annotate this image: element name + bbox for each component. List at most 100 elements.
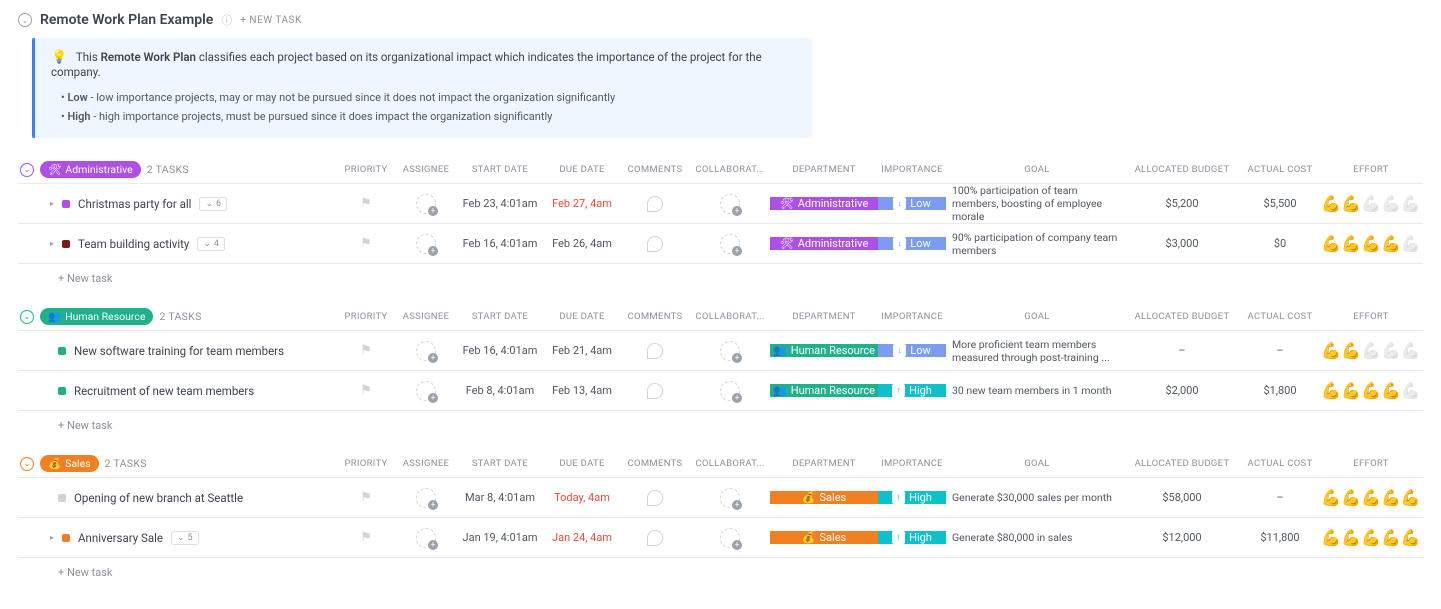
comment-icon[interactable] bbox=[647, 490, 663, 506]
flag-icon[interactable]: ⚑ bbox=[360, 490, 372, 505]
col-start-date[interactable]: START DATE bbox=[456, 458, 544, 469]
assignee-add-icon[interactable] bbox=[416, 381, 436, 401]
group-collapse-icon[interactable]: ⌄ bbox=[20, 310, 34, 324]
flag-icon[interactable]: ⚑ bbox=[360, 530, 372, 545]
task-name[interactable]: Anniversary Sale bbox=[78, 531, 163, 545]
col-effort[interactable]: EFFORT bbox=[1324, 311, 1418, 322]
group-collapse-icon[interactable]: ⌄ bbox=[20, 163, 34, 177]
due-date-value[interactable]: Feb 21, 4am bbox=[544, 344, 620, 357]
new-task-button[interactable]: + New task bbox=[18, 264, 1423, 293]
status-square[interactable] bbox=[62, 240, 70, 248]
group-badge[interactable]: 🛠Administrative bbox=[40, 161, 141, 178]
col-goal[interactable]: GOAL bbox=[946, 311, 1128, 322]
subtask-count[interactable]: ⌄4 bbox=[197, 237, 225, 251]
task-row[interactable]: ▸ Christmas party for all ⌄6 ⚑ Feb 23, 4… bbox=[18, 184, 1423, 224]
goal-value[interactable]: 100% participation of team members, boos… bbox=[946, 184, 1128, 223]
start-date-value[interactable]: Feb 16, 4:01am bbox=[456, 344, 544, 357]
task-name[interactable]: Christmas party for all bbox=[78, 197, 191, 211]
due-date-value[interactable]: Today, 4am bbox=[544, 491, 620, 504]
assignee-add-icon[interactable] bbox=[416, 488, 436, 508]
col-due-date[interactable]: DUE DATE bbox=[544, 311, 620, 322]
importance-pill[interactable]: ↑High bbox=[878, 491, 946, 504]
importance-pill[interactable]: ↓Low bbox=[878, 344, 946, 357]
department-pill[interactable]: 🛠Administrative bbox=[770, 237, 878, 250]
effort-value[interactable]: 💪💪💪💪💪 bbox=[1324, 488, 1418, 507]
department-pill[interactable]: 🛠Administrative bbox=[770, 197, 878, 210]
status-square[interactable] bbox=[58, 347, 66, 355]
start-date-value[interactable]: Feb 23, 4:01am bbox=[456, 197, 544, 210]
budget-value[interactable]: $3,000 bbox=[1128, 237, 1236, 250]
collapse-all-icon[interactable]: ⌄ bbox=[18, 13, 32, 27]
flag-icon[interactable]: ⚑ bbox=[360, 383, 372, 398]
status-square[interactable] bbox=[62, 534, 70, 542]
department-pill[interactable]: 💰Sales bbox=[770, 531, 878, 544]
col-collaborators[interactable]: COLLABORAT... bbox=[690, 458, 770, 469]
due-date-value[interactable]: Feb 13, 4am bbox=[544, 384, 620, 397]
col-assignee[interactable]: ASSIGNEE bbox=[396, 164, 456, 175]
col-priority[interactable]: PRIORITY bbox=[336, 164, 396, 175]
due-date-value[interactable]: Jan 24, 4am bbox=[544, 531, 620, 544]
col-start-date[interactable]: START DATE bbox=[456, 311, 544, 322]
col-importance[interactable]: IMPORTANCE bbox=[878, 311, 946, 322]
col-effort[interactable]: EFFORT bbox=[1324, 458, 1418, 469]
col-priority[interactable]: PRIORITY bbox=[336, 458, 396, 469]
collaborator-add-icon[interactable] bbox=[720, 381, 740, 401]
effort-value[interactable]: 💪💪💪💪💪 bbox=[1324, 234, 1418, 253]
assignee-add-icon[interactable] bbox=[416, 234, 436, 254]
goal-value[interactable]: 90% participation of company team member… bbox=[946, 231, 1128, 257]
budget-value[interactable]: $58,000 bbox=[1128, 491, 1236, 504]
status-square[interactable] bbox=[62, 200, 70, 208]
col-assignee[interactable]: ASSIGNEE bbox=[396, 311, 456, 322]
start-date-value[interactable]: Feb 8, 4:01am bbox=[456, 384, 544, 397]
col-collaborators[interactable]: COLLABORAT... bbox=[690, 164, 770, 175]
col-assignee[interactable]: ASSIGNEE bbox=[396, 458, 456, 469]
department-pill[interactable]: 👥Human Resource bbox=[770, 344, 878, 357]
cost-value[interactable]: $0 bbox=[1236, 237, 1324, 250]
task-name[interactable]: New software training for team members bbox=[74, 344, 284, 358]
col-importance[interactable]: IMPORTANCE bbox=[878, 458, 946, 469]
col-department[interactable]: DEPARTMENT bbox=[770, 311, 878, 322]
comment-icon[interactable] bbox=[647, 530, 663, 546]
start-date-value[interactable]: Mar 8, 4:01am bbox=[456, 491, 544, 504]
flag-icon[interactable]: ⚑ bbox=[360, 196, 372, 211]
department-pill[interactable]: 👥Human Resource bbox=[770, 384, 878, 397]
col-budget[interactable]: ALLOCATED BUDGET bbox=[1128, 458, 1236, 469]
assignee-add-icon[interactable] bbox=[416, 341, 436, 361]
budget-value[interactable]: $5,200 bbox=[1128, 197, 1236, 210]
col-department[interactable]: DEPARTMENT bbox=[770, 458, 878, 469]
effort-value[interactable]: 💪💪💪💪💪 bbox=[1324, 341, 1418, 360]
info-icon[interactable]: ⓘ bbox=[221, 12, 232, 28]
task-row[interactable]: ▸ Team building activity ⌄4 ⚑ Feb 16, 4:… bbox=[18, 224, 1423, 264]
col-goal[interactable]: GOAL bbox=[946, 164, 1128, 175]
col-comments[interactable]: COMMENTS bbox=[620, 164, 690, 175]
goal-value[interactable]: Generate $30,000 sales per month bbox=[946, 491, 1128, 504]
col-comments[interactable]: COMMENTS bbox=[620, 458, 690, 469]
cost-value[interactable]: – bbox=[1236, 491, 1324, 504]
start-date-value[interactable]: Feb 16, 4:01am bbox=[456, 237, 544, 250]
col-comments[interactable]: COMMENTS bbox=[620, 311, 690, 322]
budget-value[interactable]: $2,000 bbox=[1128, 384, 1236, 397]
effort-value[interactable]: 💪💪💪💪💪 bbox=[1324, 528, 1418, 547]
status-square[interactable] bbox=[58, 387, 66, 395]
department-pill[interactable]: 💰Sales bbox=[770, 491, 878, 504]
goal-value[interactable]: 30 new team members in 1 month bbox=[946, 384, 1128, 397]
expand-caret-icon[interactable]: ▸ bbox=[50, 239, 54, 248]
group-collapse-icon[interactable]: ⌄ bbox=[20, 457, 34, 471]
collaborator-add-icon[interactable] bbox=[720, 341, 740, 361]
collaborator-add-icon[interactable] bbox=[720, 194, 740, 214]
collaborator-add-icon[interactable] bbox=[720, 234, 740, 254]
col-budget[interactable]: ALLOCATED BUDGET bbox=[1128, 164, 1236, 175]
group-badge[interactable]: 💰Sales bbox=[40, 455, 99, 472]
status-square[interactable] bbox=[58, 494, 66, 502]
expand-caret-icon[interactable]: ▸ bbox=[50, 533, 54, 542]
flag-icon[interactable]: ⚑ bbox=[360, 236, 372, 251]
due-date-value[interactable]: Feb 27, 4am bbox=[544, 197, 620, 210]
comment-icon[interactable] bbox=[647, 343, 663, 359]
comment-icon[interactable] bbox=[647, 236, 663, 252]
col-start-date[interactable]: START DATE bbox=[456, 164, 544, 175]
task-name[interactable]: Recruitment of new team members bbox=[74, 384, 254, 398]
col-department[interactable]: DEPARTMENT bbox=[770, 164, 878, 175]
subtask-count[interactable]: ⌄6 bbox=[199, 197, 227, 211]
budget-value[interactable]: – bbox=[1128, 344, 1236, 357]
task-row[interactable]: ▸ Anniversary Sale ⌄5 ⚑ Jan 19, 4:01am J… bbox=[18, 518, 1423, 558]
